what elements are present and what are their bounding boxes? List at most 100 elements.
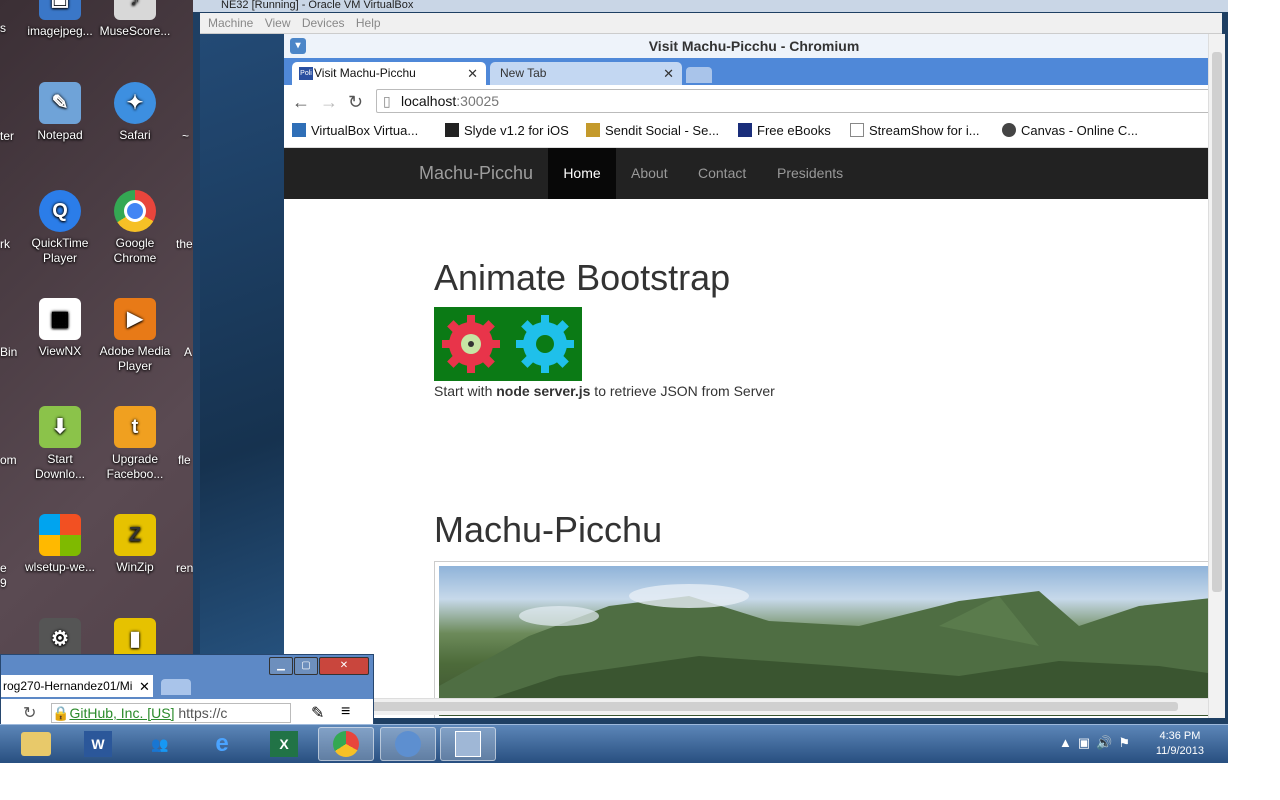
bookmark-free-ebooks[interactable]: Free eBooks — [738, 123, 831, 138]
bookmark-streamshow[interactable]: StreamShow for i... — [850, 123, 980, 138]
download-icon: ⬇ — [39, 406, 81, 448]
musescore-icon: ♪ — [114, 0, 156, 20]
bookmark-canvas[interactable]: Canvas - Online C... — [1002, 123, 1138, 138]
cut-label: Bin — [0, 345, 18, 359]
site-brand[interactable]: Machu-Picchu — [419, 148, 533, 199]
slyde-icon — [445, 123, 459, 137]
tab-label: Visit Machu-Picchu — [314, 66, 416, 80]
close-tab-icon[interactable]: ✕ — [467, 62, 478, 85]
vertical-scrollbar[interactable] — [1208, 34, 1225, 718]
menu-view[interactable]: View — [265, 16, 291, 30]
show-hidden-icons-icon[interactable]: ▲ — [1059, 735, 1078, 750]
desktop-icon-winzip[interactable]: Z WinZip — [97, 514, 173, 575]
nav-contact[interactable]: Contact — [698, 148, 746, 199]
desktop-icon-start-download[interactable]: ⬇ Start Downlo... — [22, 406, 98, 482]
new-tab-button[interactable] — [161, 679, 191, 695]
menu-machine[interactable]: Machine — [208, 16, 253, 30]
cut-label: om — [0, 453, 17, 467]
grid-icon: ▦ — [39, 298, 81, 340]
browser-toolbar: ← → ↻ ▯ localhost:30025 — [284, 85, 1224, 117]
cut-label: ter — [0, 129, 15, 143]
tab-strip: Poli Visit Machu-Picchu ✕ New Tab ✕ — [284, 58, 1224, 85]
desktop-icon-musescore[interactable]: ♪ MuseScore... — [97, 0, 173, 39]
new-tab-button[interactable] — [686, 67, 712, 83]
scroll-thumb[interactable] — [298, 702, 1178, 711]
github-tab[interactable]: rog270-Hernandez01/Mi — [1, 675, 153, 697]
bookmark-slyde[interactable]: Slyde v1.2 for iOS — [445, 123, 569, 138]
desktop-icon-viewnx[interactable]: ▦ ViewNX — [22, 298, 98, 359]
tab-visit-machu-picchu[interactable]: Poli Visit Machu-Picchu ✕ — [292, 62, 486, 85]
cut-label: 9 — [0, 576, 7, 590]
clock[interactable]: 4:36 PM 11/9/2013 — [1156, 729, 1204, 759]
tab-new-tab[interactable]: New Tab ✕ — [490, 62, 682, 85]
horizontal-scrollbar[interactable] — [284, 698, 1208, 715]
menu-devices[interactable]: Devices — [302, 16, 345, 30]
menu-icon[interactable]: ≡ — [341, 703, 350, 721]
desktop-icon-safari[interactable]: ✦ Safari — [97, 82, 173, 143]
minimize-button[interactable]: ▁ — [269, 657, 293, 675]
address-bar[interactable]: ▯ localhost:30025 — [376, 89, 1216, 113]
desktop-icon-wlsetup[interactable]: wlsetup-we... — [22, 514, 98, 575]
page-icon: ▯ — [383, 93, 391, 109]
desktop-icon-quicktime[interactable]: Q QuickTime Player — [22, 190, 98, 266]
word-taskbar-button[interactable]: W — [70, 727, 126, 761]
gears-image — [434, 307, 582, 381]
chromium-window: ▾ Visit Machu-Picchu - Chromium Poli Vis… — [284, 34, 1225, 718]
chromium-icon: ▾ — [290, 38, 306, 54]
forward-arrow-icon[interactable]: → — [320, 92, 338, 113]
machu-picchu-photo — [434, 561, 1208, 718]
poli-favicon-icon: Poli — [299, 67, 313, 80]
reload-icon[interactable]: ↻ — [348, 92, 363, 113]
nav-about[interactable]: About — [631, 148, 668, 199]
vm-title-bar: NE32 [Running] - Oracle VM VirtualBox — [193, 0, 1228, 12]
bookmark-sendit[interactable]: Sendit Social - Se... — [586, 123, 719, 138]
compass-icon: ✦ — [114, 82, 156, 124]
nav-home[interactable]: Home — [548, 148, 616, 199]
excel-taskbar-button[interactable]: X — [256, 727, 312, 761]
reload-icon[interactable]: ↻ — [23, 703, 36, 723]
scroll-thumb[interactable] — [1212, 52, 1222, 592]
desktop-icon-upgrade-facebook[interactable]: t Upgrade Faceboo... — [97, 406, 173, 482]
desktop-icon-adobe-media-player[interactable]: ▶ Adobe Media Player — [97, 298, 173, 374]
virtualbox-icon — [455, 731, 481, 757]
vm-menu-bar: Machine View Devices Help — [200, 13, 1222, 34]
maximize-button[interactable]: ▢ — [294, 657, 318, 675]
nav-presidents[interactable]: Presidents — [777, 148, 843, 199]
ie-icon: e — [215, 730, 229, 757]
ie-taskbar-button[interactable]: e — [194, 727, 250, 761]
close-button[interactable]: ✕ — [319, 657, 369, 675]
desktop-icon-chrome[interactable]: Google Chrome — [97, 190, 173, 266]
heading-animate-bootstrap: Animate Bootstrap — [434, 257, 731, 298]
instructions-text: Start with node server.js to retrieve JS… — [434, 383, 775, 399]
github-toolbar: ↻ 🔒GitHub, Inc. [US] https://c ✎ ≡ — [1, 699, 373, 725]
canvas-icon — [1002, 123, 1016, 137]
chrome-icon — [114, 190, 156, 232]
github-address-bar[interactable]: 🔒GitHub, Inc. [US] https://c — [51, 703, 291, 723]
gears-graphic — [442, 315, 574, 373]
virtualbox-taskbar-button[interactable] — [440, 727, 496, 761]
cut-label: the — [176, 237, 193, 251]
image-icon: ▣ — [39, 0, 81, 20]
site-navbar: Machu-Picchu Home About Contact Presiden… — [284, 148, 1208, 199]
cut-label: s — [0, 21, 6, 35]
system-tray[interactable]: ▲▣🔊⚑ — [1059, 735, 1136, 751]
wrench-icon[interactable]: ✎ — [311, 703, 324, 723]
desktop-icon-image[interactable]: ▣ imagejpeg... — [22, 0, 98, 39]
zip-icon: Z — [114, 514, 156, 556]
close-tab-icon[interactable]: ✕ — [139, 679, 150, 695]
flag-icon[interactable]: ⚑ — [1118, 735, 1136, 750]
network-icon[interactable]: ▣ — [1078, 735, 1096, 750]
explorer-taskbar-button[interactable] — [8, 727, 64, 761]
messenger-taskbar-button[interactable]: 👥 — [132, 727, 188, 761]
volume-icon[interactable]: 🔊 — [1096, 735, 1118, 750]
chrome-taskbar-button[interactable] — [318, 727, 374, 761]
desktop-icon-notepad[interactable]: ✎ Notepad — [22, 82, 98, 143]
back-arrow-icon[interactable]: ← — [292, 92, 310, 113]
close-tab-icon[interactable]: ✕ — [663, 62, 674, 85]
quicktime-icon: Q — [39, 190, 81, 232]
menu-help[interactable]: Help — [356, 16, 381, 30]
cut-label: A — [184, 345, 193, 359]
lock-icon: 🔒 — [52, 705, 70, 721]
bookmark-virtualbox[interactable]: VirtualBox Virtua... — [292, 123, 418, 138]
app-taskbar-button[interactable] — [380, 727, 436, 761]
